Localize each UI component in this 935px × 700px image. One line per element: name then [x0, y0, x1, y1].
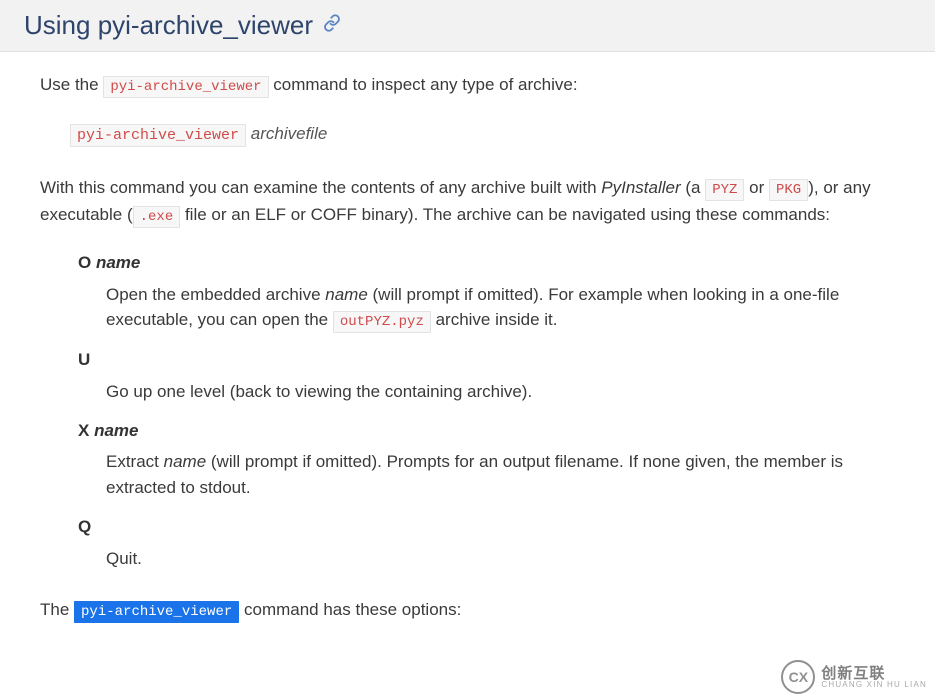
usage-arg: archivefile [251, 124, 328, 143]
content-area: Use the pyi-archive_viewer command to in… [0, 52, 935, 624]
text: archive inside it. [431, 310, 558, 329]
section-heading: Using pyi-archive_viewer [0, 0, 935, 52]
text: With this command you can examine the co… [40, 178, 601, 197]
description-paragraph: With this command you can examine the co… [40, 175, 895, 228]
cmd-q-desc: Quit. [106, 546, 895, 572]
permalink-icon[interactable] [323, 14, 341, 38]
cmd-x-desc: Extract name (will prompt if omitted). P… [106, 449, 895, 500]
cmd-x-term: X name [78, 418, 895, 444]
intro-paragraph: Use the pyi-archive_viewer command to in… [40, 72, 895, 99]
pyz-file-code: outPYZ.pyz [333, 311, 431, 333]
watermark-cn: 创新互联 [821, 666, 927, 681]
options-paragraph: The pyi-archive_viewer command has these… [40, 597, 895, 624]
commands-list: O name Open the embedded archive name (w… [78, 250, 895, 571]
text: file or an ELF or COFF binary). The arch… [180, 205, 830, 224]
cmd-u-desc: Go up one level (back to viewing the con… [106, 379, 895, 405]
arg: name [96, 253, 140, 272]
usage-cmd: pyi-archive_viewer [70, 124, 246, 147]
key: Q [78, 517, 91, 536]
text: (will prompt if omitted). Prompts for an… [106, 452, 843, 497]
arg-italic: name [325, 285, 368, 304]
heading-title: Using pyi-archive_viewer [24, 10, 313, 41]
watermark-logo-icon: CX [781, 660, 815, 694]
text: or [744, 178, 769, 197]
usage-block: pyi-archive_viewer archivefile [70, 121, 895, 147]
text: The [40, 600, 74, 619]
arg: name [94, 421, 138, 440]
arg-italic: name [164, 452, 207, 471]
exe-code: .exe [133, 206, 181, 228]
key: U [78, 350, 90, 369]
text: Open the embedded archive [106, 285, 325, 304]
text: command has these options: [239, 600, 461, 619]
watermark-pinyin: CHUANG XIN HU LIAN [821, 681, 927, 689]
text: (a [681, 178, 706, 197]
pkg-code: PKG [769, 179, 808, 201]
cmd-code-selected: pyi-archive_viewer [74, 601, 239, 623]
cmd-o-desc: Open the embedded archive name (will pro… [106, 282, 895, 334]
text: Extract [106, 452, 164, 471]
text: command to inspect any type of archive: [273, 75, 577, 94]
pyinstaller-name: PyInstaller [601, 178, 680, 197]
watermark-text: 创新互联 CHUANG XIN HU LIAN [821, 666, 927, 689]
key: X [78, 421, 89, 440]
cmd-q-term: Q [78, 514, 895, 540]
watermark: CX 创新互联 CHUANG XIN HU LIAN [781, 660, 927, 694]
cmd-code: pyi-archive_viewer [103, 76, 268, 98]
key: O [78, 253, 91, 272]
pyz-code: PYZ [705, 179, 744, 201]
cmd-o-term: O name [78, 250, 895, 276]
cmd-u-term: U [78, 347, 895, 373]
text: Use the [40, 75, 103, 94]
